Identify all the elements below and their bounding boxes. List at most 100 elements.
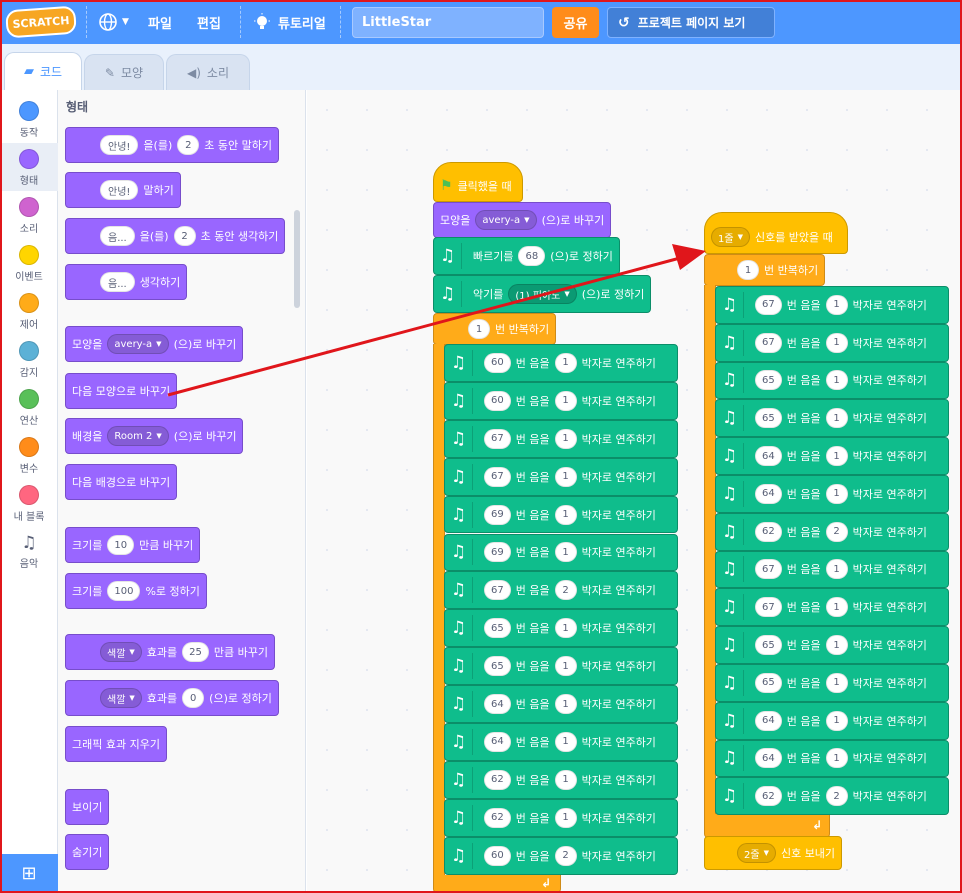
play-note-block[interactable]: ♫ 67 번 음을 2 박자로 연주하기	[444, 571, 678, 610]
switch-backdrop-block[interactable]: 배경을 Room 2 ▼ (으)로 바꾸기	[65, 418, 244, 454]
secs-input[interactable]: 2	[173, 226, 196, 246]
repeat-block[interactable]: 1 번 반복하기	[433, 313, 557, 345]
set-tempo-block[interactable]: ♫ 빠르기를 68 (으)로 정하기	[433, 237, 620, 275]
tab-sound[interactable]: ◀) 소리	[166, 54, 250, 90]
note-input[interactable]: 65	[484, 618, 511, 639]
note-input[interactable]: 65	[755, 370, 782, 391]
note-input[interactable]: 64	[755, 710, 782, 731]
say-for-secs-block[interactable]: 안녕! 을(를) 2 초 동안 말하기	[65, 127, 279, 163]
beats-input[interactable]: 1	[554, 807, 577, 828]
set-instrument-block[interactable]: ♫ 악기를 (1) 피아노 ▼ (으)로 정하기	[433, 275, 652, 313]
scratch-logo[interactable]: SCRATCH	[5, 5, 77, 39]
say-block[interactable]: 안녕! 말하기	[65, 172, 181, 208]
note-input[interactable]: 62	[755, 786, 782, 807]
set-effect-block[interactable]: 색깔 ▼ 효과를 0 (으)로 정하기	[65, 680, 279, 716]
note-input[interactable]: 67	[755, 559, 782, 580]
beats-input[interactable]: 1	[825, 710, 848, 731]
next-costume-block[interactable]: 다음 모양으로 바꾸기	[65, 373, 178, 409]
beats-input[interactable]: 1	[554, 428, 577, 449]
repeat-count-input[interactable]: 1	[737, 260, 759, 280]
beats-input[interactable]: 1	[825, 370, 848, 391]
note-input[interactable]: 67	[755, 294, 782, 315]
beats-input[interactable]: 1	[825, 597, 848, 618]
play-note-block[interactable]: ♫ 65 번 음을 1 박자로 연주하기	[715, 664, 949, 702]
show-block[interactable]: 보이기	[65, 789, 110, 825]
set-size-block[interactable]: 크기를 100 %로 정하기	[65, 573, 207, 609]
play-note-block[interactable]: ♫ 65 번 음을 1 박자로 연주하기	[715, 399, 949, 438]
next-backdrop-block[interactable]: 다음 배경으로 바꾸기	[65, 464, 178, 500]
play-note-block[interactable]: ♫ 67 번 음을 1 박자로 연주하기	[715, 286, 949, 324]
size-input[interactable]: 10	[107, 535, 135, 555]
tab-costume[interactable]: ✎ 모양	[84, 54, 164, 90]
category-item[interactable]: 내 블록	[0, 479, 58, 527]
play-note-block[interactable]: ♫ 62 번 음을 2 박자로 연주하기	[715, 512, 949, 551]
repeat-block[interactable]: 1 번 반복하기	[704, 254, 826, 286]
note-input[interactable]: 64	[755, 748, 782, 769]
note-input[interactable]: 62	[755, 521, 782, 542]
switch-costume-block[interactable]: 모양을 avery-a ▼ (으)로 바꾸기	[65, 326, 244, 362]
edit-menu[interactable]: 편집	[197, 0, 221, 44]
note-input[interactable]: 67	[484, 466, 511, 487]
note-input[interactable]: 67	[755, 597, 782, 618]
note-input[interactable]: 65	[484, 656, 511, 677]
play-note-block[interactable]: ♫ 69 번 음을 1 박자로 연주하기	[444, 495, 678, 534]
play-note-block[interactable]: ♫ 64 번 음을 1 박자로 연주하기	[715, 437, 949, 475]
note-input[interactable]: 60	[484, 845, 511, 866]
category-item[interactable]: 이벤트	[0, 239, 58, 287]
play-note-block[interactable]: ♫ 64 번 음을 1 박자로 연주하기	[715, 739, 949, 778]
play-note-block[interactable]: ♫ 65 번 음을 1 박자로 연주하기	[715, 626, 949, 664]
beats-input[interactable]: 1	[554, 352, 577, 373]
category-item[interactable]: ♫ 음악	[0, 527, 58, 575]
effect-dropdown[interactable]: 색깔 ▼	[100, 642, 142, 662]
think-for-secs-block[interactable]: 음... 을(를) 2 초 동안 생각하기	[65, 218, 286, 254]
think-text-input[interactable]: 음...	[100, 272, 135, 292]
play-note-block[interactable]: ♫ 60 번 음을 2 박자로 연주하기	[444, 836, 678, 875]
effect-input[interactable]: 25	[182, 642, 209, 662]
note-input[interactable]: 67	[484, 428, 511, 449]
play-note-block[interactable]: ♫ 69 번 음을 1 박자로 연주하기	[444, 533, 678, 572]
play-note-block[interactable]: ♫ 62 번 음을 2 박자로 연주하기	[715, 777, 949, 816]
beats-input[interactable]: 1	[554, 731, 577, 752]
file-menu[interactable]: 파일	[148, 0, 172, 44]
note-input[interactable]: 69	[484, 504, 511, 525]
beats-input[interactable]: 1	[825, 672, 848, 693]
category-item[interactable]: 연산	[0, 383, 58, 431]
play-note-block[interactable]: ♫ 67 번 음을 1 박자로 연주하기	[715, 323, 949, 362]
category-item[interactable]: 소리	[0, 191, 58, 239]
category-item[interactable]: 변수	[0, 431, 58, 479]
instrument-dropdown[interactable]: (1) 피아노 ▼	[508, 284, 577, 304]
beats-input[interactable]: 1	[825, 635, 848, 656]
think-block[interactable]: 음... 생각하기	[65, 264, 188, 300]
play-note-block[interactable]: ♫ 65 번 음을 1 박자로 연주하기	[715, 361, 949, 400]
note-input[interactable]: 64	[755, 483, 782, 504]
category-item[interactable]: 동작	[0, 95, 58, 143]
category-item[interactable]: 형태	[0, 143, 58, 191]
beats-input[interactable]: 1	[825, 748, 848, 769]
backdrop-dropdown[interactable]: Room 2 ▼	[107, 426, 169, 446]
beats-input[interactable]: 1	[825, 332, 848, 353]
tab-code[interactable]: ▰ 코드	[4, 52, 82, 90]
beats-input[interactable]: 1	[825, 408, 848, 429]
say-text-input[interactable]: 안녕!	[100, 135, 139, 155]
broadcast-block[interactable]: 2줄 ▼ 신호 보내기	[704, 836, 843, 870]
clear-effects-block[interactable]: 그래픽 효과 지우기	[65, 726, 167, 762]
beats-input[interactable]: 1	[825, 446, 848, 467]
beats-input[interactable]: 2	[554, 580, 577, 601]
language-menu[interactable]: ▼	[98, 0, 129, 44]
note-input[interactable]: 60	[484, 352, 511, 373]
play-note-block[interactable]: ♫ 60 번 음을 1 박자로 연주하기	[444, 344, 678, 382]
change-size-block[interactable]: 크기를 10 만큼 바꾸기	[65, 527, 201, 563]
note-input[interactable]: 67	[484, 580, 511, 601]
play-note-block[interactable]: ♫ 64 번 음을 1 박자로 연주하기	[715, 475, 949, 513]
play-note-block[interactable]: ♫ 65 번 음을 1 박자로 연주하기	[444, 609, 678, 648]
change-effect-block[interactable]: 색깔 ▼ 효과를 25 만큼 바꾸기	[65, 634, 276, 670]
add-extension-button[interactable]: ⊞	[0, 854, 58, 893]
project-title-input[interactable]: LittleStar	[352, 7, 544, 38]
play-note-block[interactable]: ♫ 65 번 음을 1 박자로 연주하기	[444, 647, 678, 686]
broadcast-dropdown[interactable]: 2줄 ▼	[737, 843, 776, 863]
beats-input[interactable]: 1	[554, 618, 577, 639]
note-input[interactable]: 62	[484, 769, 511, 790]
beats-input[interactable]: 2	[825, 786, 848, 807]
note-input[interactable]: 62	[484, 807, 511, 828]
beats-input[interactable]: 1	[554, 769, 577, 790]
